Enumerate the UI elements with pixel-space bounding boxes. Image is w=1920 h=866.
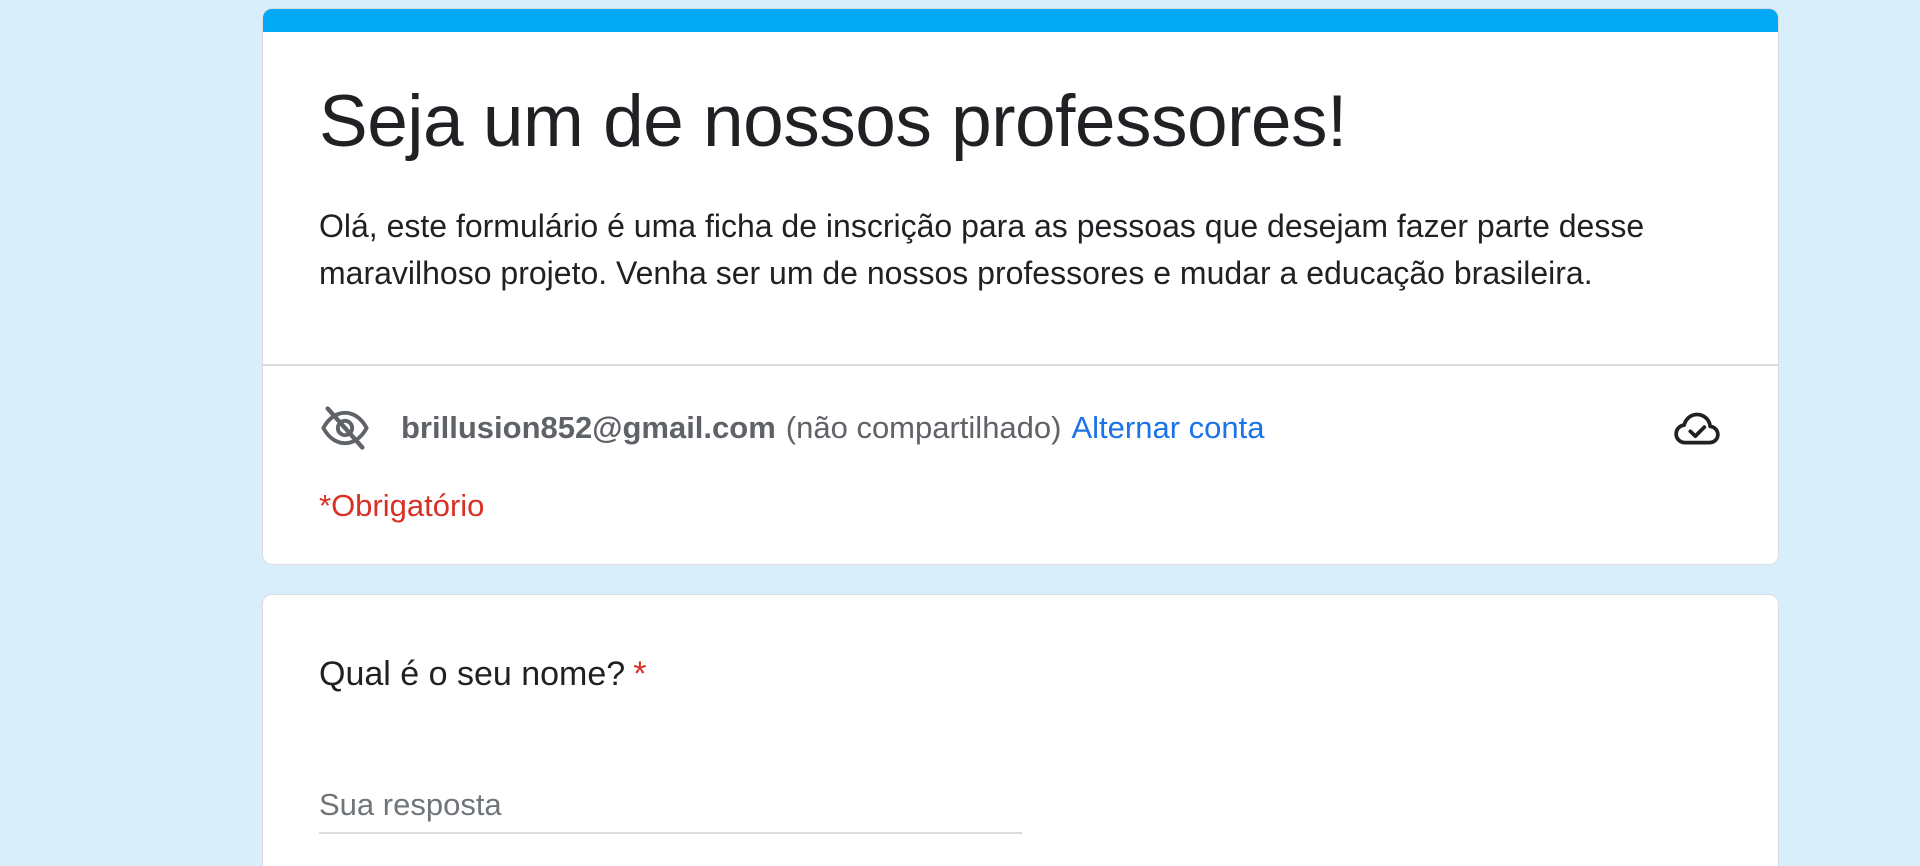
account-email: brillusion852@gmail.com	[401, 410, 776, 445]
account-row: brillusion852@gmail.com (não compartilha…	[319, 401, 1722, 455]
form-description: Olá, este formulário é uma ficha de insc…	[319, 208, 1645, 291]
cloud-check-icon	[1672, 407, 1722, 449]
account-sharing-note: (não compartilhado)	[785, 410, 1062, 445]
form-header-card: Seja um de nossos professores! Olá, este…	[262, 8, 1779, 565]
divider	[263, 364, 1778, 366]
name-answer-input[interactable]	[319, 778, 1022, 834]
question-title: Qual é o seu nome? *	[319, 655, 646, 694]
form-title: Seja um de nossos professores!	[319, 81, 1347, 162]
question-label: Qual é o seu nome?	[319, 655, 626, 693]
required-asterisk: *	[633, 655, 647, 693]
switch-account-link[interactable]: Alternar conta	[1071, 410, 1264, 446]
required-note: *Obrigatório	[319, 488, 485, 523]
form-page: Seja um de nossos professores! Olá, este…	[0, 0, 1920, 866]
question-card: Qual é o seu nome? *	[262, 594, 1779, 866]
eye-off-icon	[319, 402, 371, 454]
accent-bar	[263, 9, 1778, 32]
